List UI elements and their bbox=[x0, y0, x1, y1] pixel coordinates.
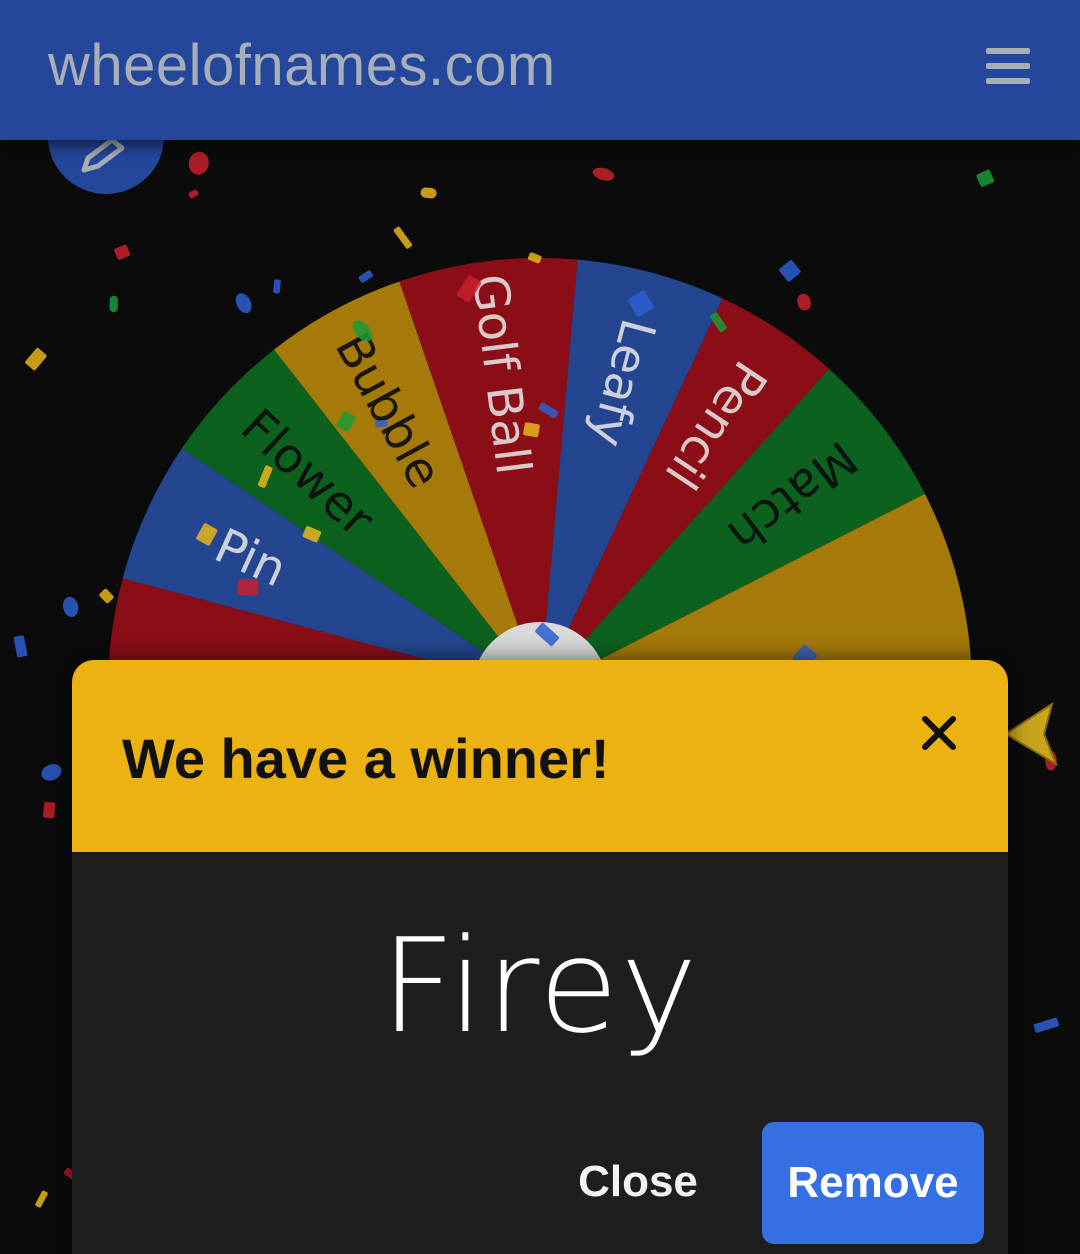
dialog-header: We have a winner! bbox=[72, 660, 1008, 852]
dialog-title: We have a winner! bbox=[122, 727, 610, 790]
site-title[interactable]: wheelofnames.com bbox=[48, 32, 556, 99]
wheel-of-names-page: Pin Flower Bubble Golf Ball Leafy Pencil Match… bbox=[0, 0, 1080, 1254]
hamburger-menu-icon[interactable] bbox=[986, 46, 1030, 86]
close-icon[interactable] bbox=[918, 712, 960, 754]
close-button[interactable]: Close bbox=[558, 1132, 718, 1232]
winner-dialog: We have a winner! Firey Close Remove bbox=[72, 660, 1008, 1254]
pencil-icon bbox=[81, 137, 125, 173]
winner-name: Firey bbox=[380, 910, 700, 1062]
remove-button[interactable]: Remove bbox=[762, 1122, 984, 1244]
wheel-pointer-arrow-icon bbox=[1004, 701, 1059, 767]
top-app-bar: wheelofnames.com bbox=[0, 0, 1080, 140]
